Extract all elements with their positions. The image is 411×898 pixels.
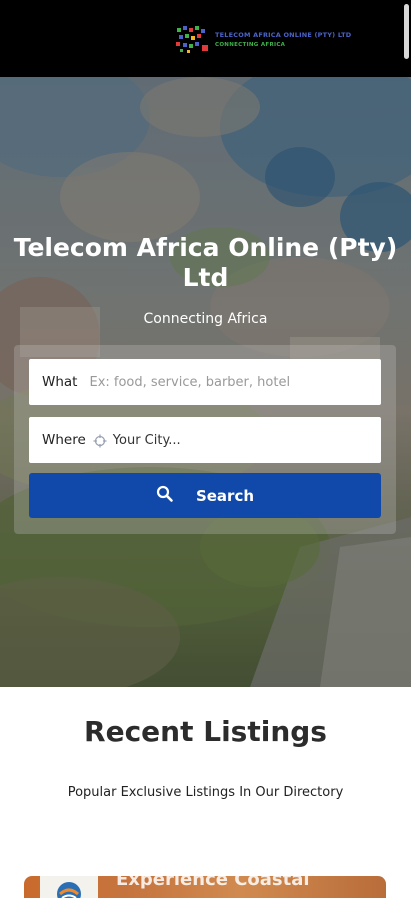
recent-listings-title: Recent Listings [84,715,327,748]
header-bar: TELECOM AFRICA ONLINE (PTY) LTD CONNECTI… [0,0,411,77]
search-icon [156,485,174,503]
hero-title: Telecom Africa Online (Pty) Ltd [13,233,398,292]
logo-mark-icon [175,25,211,53]
hero-subtitle: Connecting Africa [143,311,268,327]
hero-section: Telecom Africa Online (Pty) Ltd Connecti… [0,77,411,687]
logo-tagline: CONNECTING AFRICA [215,41,286,48]
search-panel: What Ex: food, service, barber, hotel Wh… [14,345,396,534]
recent-listings-subtitle: Popular Exclusive Listings In Our Direct… [67,785,344,800]
search-button-label: Search [195,486,255,505]
listing-title: Experience Coastal [116,876,310,890]
where-field[interactable]: Where Your City... [29,417,381,463]
where-label: Where [42,432,86,448]
what-label: What [42,374,78,390]
what-input[interactable]: Ex: food, service, barber, hotel [89,375,290,390]
scrollbar[interactable] [404,4,409,59]
crosshair-icon[interactable] [93,433,107,448]
site-logo[interactable]: TELECOM AFRICA ONLINE (PTY) LTD CONNECTI… [175,24,360,54]
logo-title: TELECOM AFRICA ONLINE (PTY) LTD [215,30,352,39]
listing-card[interactable]: Experience Coastal [24,876,386,898]
search-button[interactable]: Search [29,473,381,518]
where-input[interactable]: Your City... [113,433,181,448]
what-field[interactable]: What Ex: food, service, barber, hotel [29,359,381,405]
listing-logo [40,876,98,898]
